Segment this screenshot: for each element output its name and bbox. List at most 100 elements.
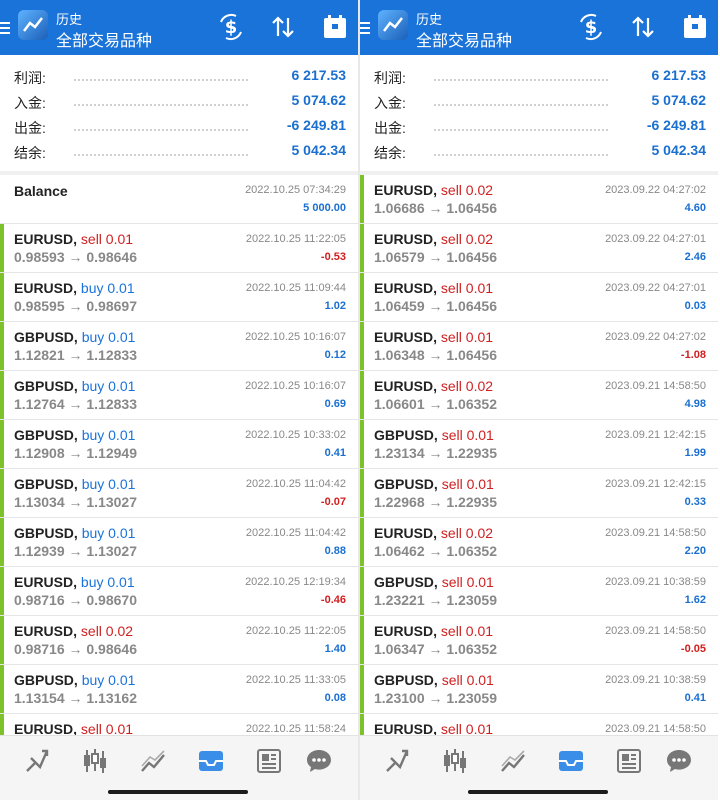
deal-symbol: EURUSD, sell 0.01 <box>14 721 133 735</box>
deal-time: 2023.09.21 14:58:50 <box>605 625 706 637</box>
sort-icon[interactable] <box>628 12 658 42</box>
deal-row[interactable]: GBPUSD, buy 0.01 1.12764 → 1.12833 2022.10… <box>0 371 358 420</box>
deal-list: EURUSD, sell 0.02 1.06686 → 1.06456 2023.0… <box>360 175 718 735</box>
summary-label: 结余: <box>374 145 406 161</box>
deal-row[interactable]: GBPUSD, sell 0.01 1.23221 → 1.23059 2023.0… <box>360 567 718 616</box>
deal-side-volume: sell 0.02 <box>440 182 494 198</box>
deal-row[interactable]: GBPUSD, sell 0.01 1.22968 → 1.22935 2023.0… <box>360 469 718 518</box>
deal-time: 2023.09.21 10:38:59 <box>605 674 706 686</box>
deal-prices: 1.06601 → 1.06352 <box>374 396 497 412</box>
deal-row[interactable]: EURUSD, sell 0.01 2022.10.25 11:58:24 <box>0 714 358 735</box>
bottom-navigation <box>0 735 358 800</box>
deal-row[interactable]: EURUSD, sell 0.02 0.98716 → 0.98646 2022.1… <box>0 616 358 665</box>
deal-profit: -1.08 <box>680 349 706 361</box>
page-title: 历史 <box>416 12 443 27</box>
dollar-refresh-icon[interactable]: $ <box>576 12 606 42</box>
home-indicator[interactable] <box>468 790 608 794</box>
deal-row[interactable]: GBPUSD, buy 0.01 1.12908 → 1.12949 2022.10… <box>0 420 358 469</box>
symbol-name: EURUSD, <box>374 182 438 198</box>
svg-text:$: $ <box>225 17 238 38</box>
deal-prices: 0.98716 → 0.98670 <box>14 592 137 608</box>
trade-icon[interactable] <box>22 746 52 776</box>
summary-value: -6 249.81 <box>286 117 346 133</box>
news-icon[interactable] <box>254 746 284 776</box>
chat-icon[interactable] <box>664 746 694 776</box>
deal-time: 2022.10.25 10:16:07 <box>245 380 346 392</box>
app-logo-icon <box>18 10 48 40</box>
deal-time: 2023.09.21 14:58:50 <box>605 723 706 735</box>
candlestick-icon[interactable] <box>80 746 110 776</box>
deal-side-volume: sell 0.01 <box>441 476 494 492</box>
chart-icon[interactable] <box>138 746 168 776</box>
deal-row[interactable]: GBPUSD, buy 0.01 1.12939 → 1.13027 2022.10… <box>0 518 358 567</box>
deal-row[interactable]: EURUSD, sell 0.02 1.06462 → 1.06352 2023.0… <box>360 518 718 567</box>
history-icon[interactable] <box>556 746 586 776</box>
calendar-icon[interactable] <box>320 12 350 42</box>
deal-row[interactable]: EURUSD, sell 0.02 1.06579 → 1.06456 2023.0… <box>360 224 718 273</box>
deal-row[interactable]: EURUSD, sell 0.01 1.06347 → 1.06352 2023.0… <box>360 616 718 665</box>
summary-value: 5 074.62 <box>651 92 707 108</box>
symbol-name: EURUSD, <box>374 623 438 639</box>
app-logo-icon <box>378 10 408 40</box>
home-indicator[interactable] <box>108 790 248 794</box>
deal-profit: 0.69 <box>324 398 346 410</box>
history-icon[interactable] <box>196 746 226 776</box>
calendar-icon[interactable] <box>680 12 710 42</box>
symbol-name: EURUSD, <box>374 721 438 735</box>
sort-icon[interactable] <box>268 12 298 42</box>
deal-side-volume: buy 0.01 <box>80 574 135 590</box>
deal-symbol: GBPUSD, buy 0.01 <box>14 525 135 541</box>
deal-profit: 5 000.00 <box>303 202 346 214</box>
dollar-refresh-icon[interactable]: $ <box>216 12 246 42</box>
deal-row[interactable]: EURUSD, sell 0.01 1.06459 → 1.06456 2023.0… <box>360 273 718 322</box>
deal-row[interactable]: GBPUSD, sell 0.01 1.23134 → 1.22935 2023.0… <box>360 420 718 469</box>
deal-profit: 0.03 <box>684 300 706 312</box>
history-pane-right: 历史 全部交易品种 $ 利润: 6 217.53 入金: 5 074.62 出金… <box>360 0 718 800</box>
deal-profit: -0.46 <box>320 594 346 606</box>
menu-icon[interactable] <box>360 22 370 34</box>
symbol-name: GBPUSD, <box>374 476 438 492</box>
deal-prices: 1.12939 → 1.13027 <box>14 543 137 559</box>
deal-side-volume: buy 0.01 <box>81 525 136 541</box>
deal-symbol: EURUSD, sell 0.01 <box>14 231 133 247</box>
symbol-name: GBPUSD, <box>14 378 78 394</box>
chart-icon[interactable] <box>498 746 528 776</box>
deal-row[interactable]: EURUSD, sell 0.01 2023.09.21 14:58:50 <box>360 714 718 735</box>
account-summary: 利润: 6 217.53 入金: 5 074.62 出金: -6 249.81 … <box>360 55 718 171</box>
deal-row[interactable]: GBPUSD, buy 0.01 1.13154 → 1.13162 2022.10… <box>0 665 358 714</box>
history-pane-left: 历史 全部交易品种 $ 利润: 6 217.53 入金: 5 074.62 出金… <box>0 0 358 800</box>
summary-row-deposit: 入金: 5 074.62 <box>0 88 358 113</box>
symbol-filter-title[interactable]: 全部交易品种 <box>56 27 152 51</box>
deal-profit: 1.99 <box>684 447 706 459</box>
deal-time: 2023.09.22 04:27:02 <box>605 331 706 343</box>
deal-symbol: GBPUSD, sell 0.01 <box>374 427 494 443</box>
symbol-filter-title[interactable]: 全部交易品种 <box>416 27 512 51</box>
summary-label: 入金: <box>14 95 46 111</box>
deal-row[interactable]: GBPUSD, buy 0.01 1.12821 → 1.12833 2022.10… <box>0 322 358 371</box>
deal-prices: 1.12821 → 1.12833 <box>14 347 137 363</box>
deal-prices: 1.06686 → 1.06456 <box>374 200 497 216</box>
deal-row[interactable]: EURUSD, sell 0.01 1.06348 → 1.06456 2023.0… <box>360 322 718 371</box>
deal-row[interactable]: EURUSD, buy 0.01 0.98716 → 0.98670 2022.10… <box>0 567 358 616</box>
balance-row[interactable]: Balance 2022.10.25 07:34:29 5 000.00 <box>0 175 358 224</box>
deal-prices: 1.06348 → 1.06456 <box>374 347 497 363</box>
deal-row[interactable]: GBPUSD, sell 0.01 1.23100 → 1.23059 2023.0… <box>360 665 718 714</box>
deal-time: 2023.09.22 04:27:01 <box>605 282 706 294</box>
deal-prices: 0.98595 → 0.98697 <box>14 298 137 314</box>
chat-icon[interactable] <box>304 746 334 776</box>
deal-row[interactable]: GBPUSD, buy 0.01 1.13034 → 1.13027 2022.10… <box>0 469 358 518</box>
deal-row[interactable]: EURUSD, buy 0.01 0.98595 → 0.98697 2022.10… <box>0 273 358 322</box>
deal-side-volume: sell 0.01 <box>80 721 134 735</box>
menu-icon[interactable] <box>0 22 10 34</box>
summary-label: 利润: <box>374 70 406 86</box>
deal-row[interactable]: EURUSD, sell 0.02 1.06601 → 1.06352 2023.0… <box>360 371 718 420</box>
summary-row-deposit: 入金: 5 074.62 <box>360 88 718 113</box>
candlestick-icon[interactable] <box>440 746 470 776</box>
deal-side-volume: buy 0.01 <box>80 280 135 296</box>
deal-time: 2022.10.25 11:33:05 <box>245 674 346 686</box>
deal-row[interactable]: EURUSD, sell 0.01 0.98593 → 0.98646 2022.1… <box>0 224 358 273</box>
news-icon[interactable] <box>614 746 644 776</box>
deal-side-volume: sell 0.02 <box>440 525 494 541</box>
deal-row[interactable]: EURUSD, sell 0.02 1.06686 → 1.06456 2023.0… <box>360 175 718 224</box>
trade-icon[interactable] <box>382 746 412 776</box>
